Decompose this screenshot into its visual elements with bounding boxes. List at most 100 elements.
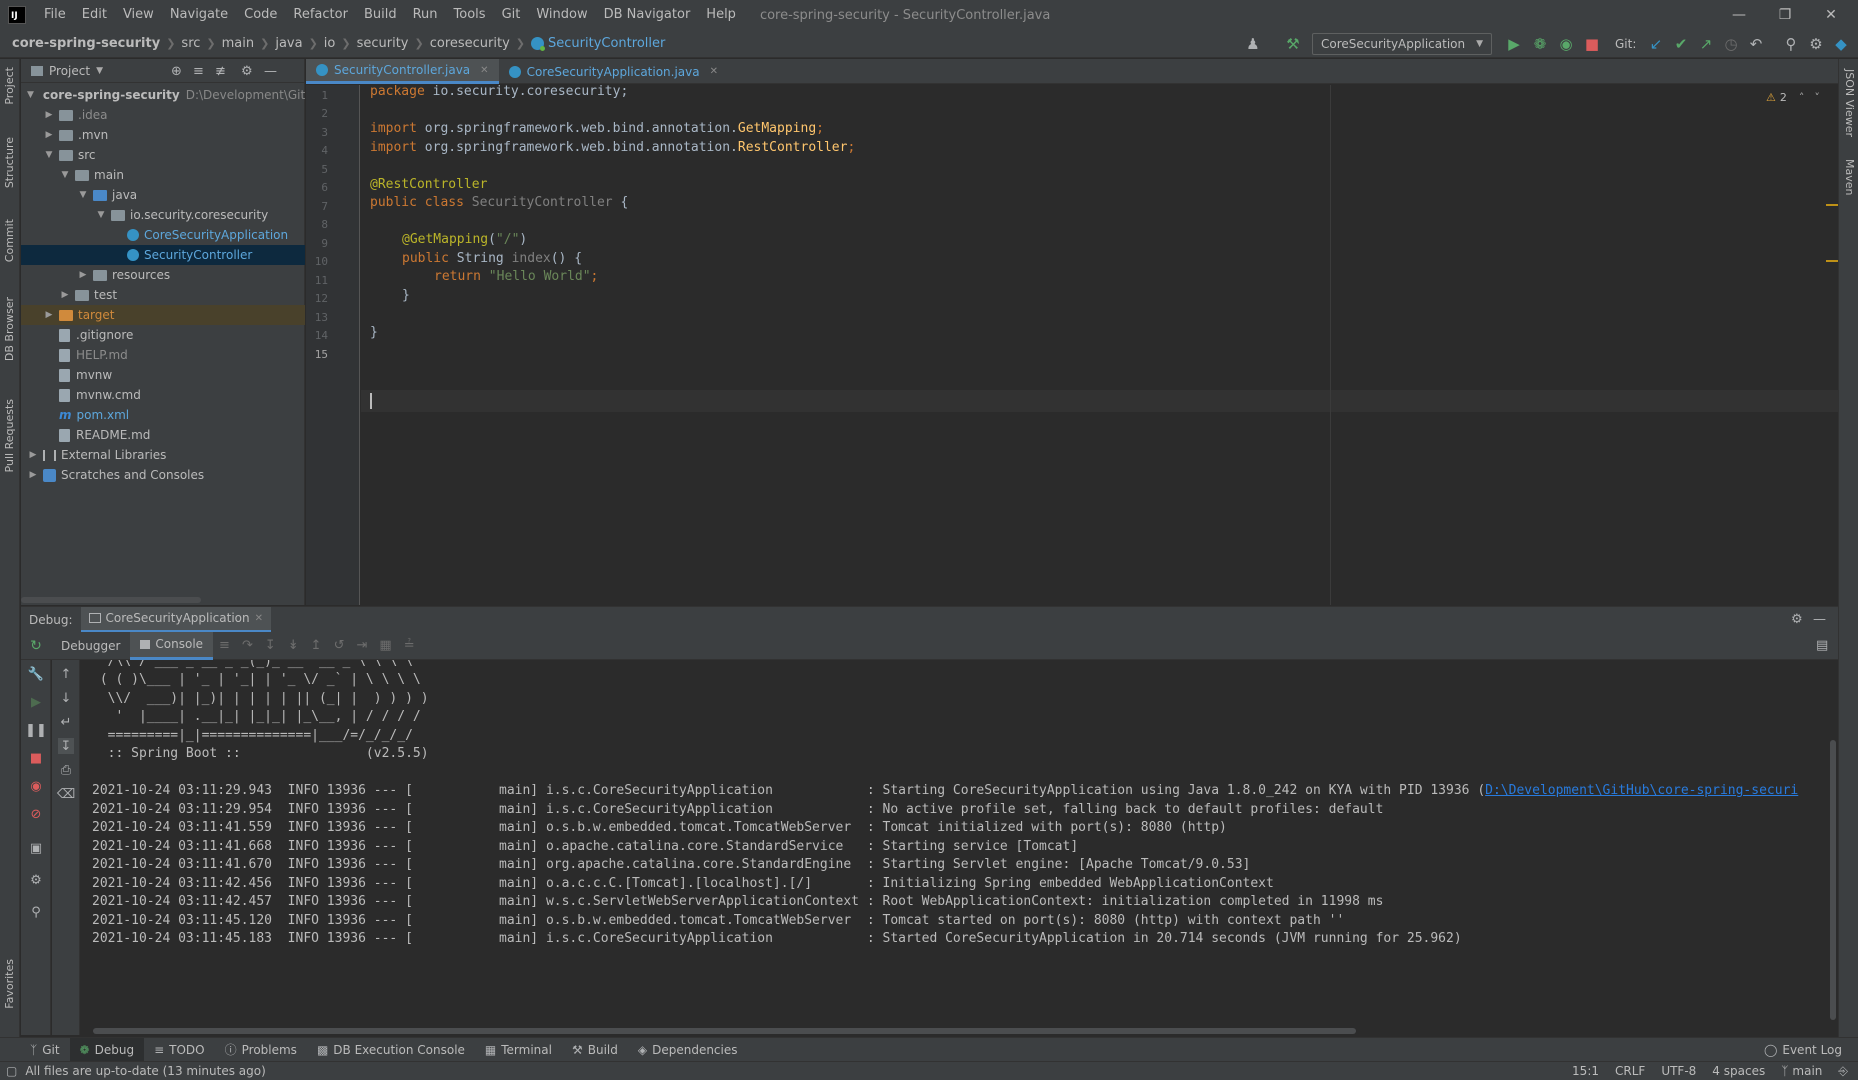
tool-tab-favorites[interactable]: Favorites [3,959,16,1009]
breadcrumb-coresecurity[interactable]: coresecurity [427,36,513,51]
rollback-icon[interactable]: ↶ [1745,33,1767,55]
console-output[interactable]: /\\ / ___'_ __ _ _(_)_ __ __ _ \ \ \ \ (… [81,660,1838,1035]
wrench-icon[interactable]: 🔧 [28,666,44,682]
close-icon[interactable]: ✕ [710,66,718,77]
chevron-down-icon[interactable]: ˅ [1814,91,1820,104]
menu-edit[interactable]: Edit [74,0,115,30]
breadcrumb-main[interactable]: main [219,36,257,51]
vertical-scrollbar[interactable] [1830,740,1836,1020]
layout-icon[interactable]: ▤ [1816,638,1828,653]
debug-session-tab[interactable]: CoreSecurityApplication ✕ [80,606,272,633]
drop-frame-icon[interactable]: ↺ [328,638,351,653]
tree-item-idea[interactable]: ▶ .idea [21,105,305,125]
evaluate-icon[interactable]: ▦ [373,638,397,653]
run-icon[interactable]: ▶ [1503,33,1525,55]
menu-help[interactable]: Help [698,0,744,30]
breadcrumb-io[interactable]: io [321,36,339,51]
breadcrumb-class[interactable]: SecurityController [528,36,668,51]
tool-tab-project[interactable]: Project [3,67,16,105]
threads-list-icon[interactable]: ≡ [213,638,236,653]
menu-navigate[interactable]: Navigate [162,0,236,30]
step-into-icon[interactable]: ↧ [259,638,282,653]
menu-db-navigator[interactable]: DB Navigator [596,0,699,30]
tool-tab-commit[interactable]: Commit [3,219,16,262]
tree-item-resources[interactable]: ▶ resources [21,265,305,285]
file-encoding[interactable]: UTF-8 [1653,1064,1704,1078]
tree-item-target[interactable]: ▶ target [21,305,305,325]
warning-marker[interactable] [1826,204,1838,206]
tree-item-mvnw[interactable]: mvnw [21,365,305,385]
debug-bug-icon[interactable]: ❁ [1529,33,1551,55]
menu-code[interactable]: Code [236,0,285,30]
menu-window[interactable]: Window [528,0,595,30]
status-square-icon[interactable]: ▢ [0,1064,17,1078]
line-separator[interactable]: CRLF [1607,1064,1653,1078]
soft-wrap-icon[interactable]: ↵ [58,714,74,730]
tool-tab-db-browser[interactable]: DB Browser [3,297,16,361]
tool-window-problems[interactable]: ⓘ Problems [215,1038,307,1062]
tool-window-dependencies[interactable]: ◈ Dependencies [628,1038,748,1062]
trace-icon[interactable]: ≟ [398,638,421,653]
warning-marker[interactable] [1826,260,1838,262]
event-log-button[interactable]: ◯ Event Log [1754,1038,1858,1062]
tree-item-gitignore[interactable]: .gitignore [21,325,305,345]
tree-item-help-md[interactable]: HELP.md [21,345,305,365]
force-step-into-icon[interactable]: ↡ [282,638,305,653]
tree-item-test[interactable]: ▶ test [21,285,305,305]
tree-item-mvnw-cmd[interactable]: mvnw.cmd [21,385,305,405]
source-path-link[interactable]: D:\Development\GitHub\core-spring-securi [1485,783,1798,798]
breadcrumb-security[interactable]: security [354,36,412,51]
tree-item-scratches[interactable]: ▶ Scratches and Consoles [21,465,305,485]
menu-refactor[interactable]: Refactor [285,0,356,30]
step-over-icon[interactable]: ↷ [236,638,259,653]
history-icon[interactable]: ◷ [1720,33,1742,55]
git-update-icon[interactable]: ↙ [1645,33,1667,55]
run-config-select[interactable]: CoreSecurityApplication ▼ [1312,33,1492,55]
collapse-all-icon[interactable]: ≢ [215,64,226,79]
status-message[interactable]: All files are up-to-date (13 minutes ago… [17,1064,273,1078]
menu-file[interactable]: File [36,0,74,30]
locate-target-icon[interactable]: ⊕ [171,64,182,79]
tool-window-build[interactable]: ⚒ Build [562,1038,628,1062]
chevron-up-icon[interactable]: ˄ [1799,91,1805,104]
close-icon[interactable]: ✕ [480,65,488,76]
git-push-icon[interactable]: ↗ [1695,33,1717,55]
minimize-button[interactable]: — [1716,0,1762,30]
tool-window-db-execution-console[interactable]: ▩ DB Execution Console [307,1038,475,1062]
tree-item-security-controller[interactable]: SecurityController [21,245,305,265]
stop-icon[interactable]: ■ [28,750,44,766]
tool-window-todo[interactable]: ≡ TODO [144,1038,215,1062]
tree-item-core-security-application[interactable]: CoreSecurityApplication [21,225,305,245]
tree-item-root[interactable]: ▼ core-spring-security D:\Development\Gi… [21,85,305,105]
inspection-widget[interactable]: ⚠ 2 ˄ ˅ [1766,91,1820,104]
lock-icon[interactable]: ⎆ [1830,1064,1858,1079]
jetbrains-toolbox-icon[interactable]: ◆ [1830,33,1852,55]
tool-tab-json-viewer[interactable]: JSON Viewer [1843,69,1856,137]
hide-panel-icon[interactable]: — [1813,612,1826,627]
pause-icon[interactable]: ❚❚ [25,722,47,738]
rerun-icon[interactable]: ↻ [21,638,51,654]
tree-item-external-libraries[interactable]: ▶ External Libraries [21,445,305,465]
git-commit-icon[interactable]: ✔ [1670,33,1692,55]
project-view-select[interactable]: Project [49,64,90,78]
chevron-down-icon[interactable]: ▼ [96,66,103,76]
user-icon[interactable]: ♟ [1242,33,1264,55]
run-to-cursor-icon[interactable]: ⇥ [350,638,373,653]
menu-run[interactable]: Run [405,0,446,30]
code-editor[interactable]: 1 2 3 4 5 6 7 8 9 10 11 12 13 14 15 pack… [306,84,1838,605]
hide-panel-icon[interactable]: — [264,64,277,79]
horizontal-scrollbar[interactable] [21,597,201,603]
step-out-icon[interactable]: ↥ [305,638,328,653]
tool-tab-pull-requests[interactable]: Pull Requests [3,399,16,472]
menu-tools[interactable]: Tools [446,0,494,30]
menu-git[interactable]: Git [494,0,529,30]
tab-debugger[interactable]: Debugger [51,632,130,660]
build-hammer-icon[interactable]: ⚒ [1282,33,1304,55]
stop-icon[interactable]: ■ [1581,33,1603,55]
tab-console[interactable]: Console [130,631,214,660]
gear-icon[interactable]: ⚙ [1791,612,1803,627]
tool-window-terminal[interactable]: ▦ Terminal [475,1038,562,1062]
horizontal-scrollbar[interactable] [93,1028,1356,1034]
close-window-button[interactable]: ✕ [1808,0,1854,30]
gear-icon[interactable]: ⚙ [28,872,44,888]
